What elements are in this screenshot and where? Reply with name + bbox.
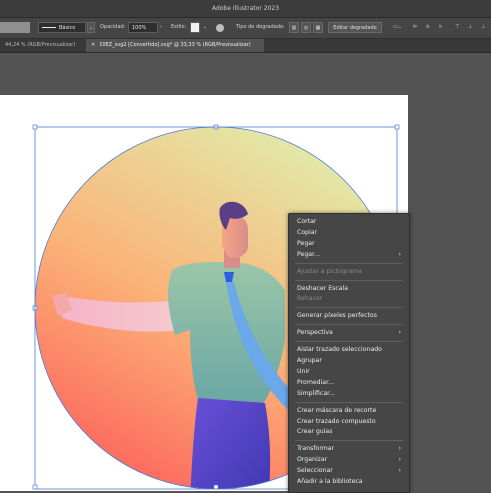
menu-item-label: Generar píxeles perfectos (297, 312, 377, 320)
menu-item-promediar[interactable]: Promediar... (297, 378, 401, 388)
submenu-arrow-icon: › (398, 456, 401, 464)
menu-item-label: Pegar... (297, 250, 320, 258)
menu-item-label: Rehacer (297, 295, 323, 303)
selection-handle-bottom-center[interactable] (213, 484, 219, 490)
menu-item-ajustar-a-pictograma: Ajustar a pictograma (297, 267, 401, 277)
menu-item-label: Simplificar... (297, 389, 336, 397)
selection-handle-bottom-left[interactable] (32, 484, 38, 490)
menu-separator (295, 262, 403, 264)
menu-item-label: Seleccionar (297, 467, 333, 475)
selection-handle-top-left[interactable] (32, 124, 38, 130)
menu-item-deshacer-escala[interactable]: Deshacer Escala (297, 284, 401, 294)
menu-item-label: Aislar trazado seleccionado (297, 346, 382, 354)
artwork-canvas[interactable] (0, 0, 491, 491)
menu-separator (295, 307, 403, 309)
menu-item-aislar-trazado-seleccionado[interactable]: Aislar trazado seleccionado (297, 345, 401, 355)
pants[interactable] (190, 398, 271, 491)
menu-item-label: Copiar (297, 228, 318, 236)
menu-item-organizar[interactable]: Organizar › (297, 455, 401, 465)
menu-item-seleccionar[interactable]: Seleccionar › (297, 466, 401, 476)
menu-item-transformar[interactable]: Transformar › (297, 444, 401, 454)
menu-item-cortar[interactable]: Cortar (297, 217, 401, 227)
menu-separator (295, 324, 403, 326)
menu-item-label: Pegar (297, 239, 315, 247)
menu-item-label: Crear máscara de recorte (297, 406, 377, 414)
menu-item-pegar[interactable]: Pegar (297, 239, 401, 249)
menu-item-generar-píxeles-perfectos[interactable]: Generar píxeles perfectos (297, 311, 401, 321)
menu-item-crear-máscara-de-recorte[interactable]: Crear máscara de recorte (297, 406, 401, 416)
menu-item-label: Agrupar (297, 357, 322, 364)
selection-handle-top-right[interactable] (394, 124, 400, 130)
menu-item-perspectiva[interactable]: Perspectiva › (297, 328, 401, 338)
menu-item-rehacer: Rehacer (297, 294, 401, 304)
menu-item-agrupar[interactable]: Agrupar (297, 356, 401, 366)
menu-item-label: Unir (297, 367, 310, 375)
submenu-arrow-icon: › (398, 250, 401, 258)
menu-item-label: Perspectiva (297, 329, 333, 337)
menu-item-label: Añadir a la biblioteca (297, 478, 363, 485)
menu-item-label: Promediar... (297, 378, 334, 386)
menu-item-unir[interactable]: Unir (297, 367, 401, 377)
menu-item-label: Crear trazado compuesto (297, 417, 376, 425)
menu-item-crear-trazado-compuesto[interactable]: Crear trazado compuesto (297, 417, 401, 427)
menu-item-simplificar[interactable]: Simplificar... (297, 389, 401, 399)
menu-separator (295, 401, 403, 403)
submenu-arrow-icon: › (398, 467, 401, 475)
menu-separator (295, 341, 403, 343)
menu-separator (295, 279, 403, 281)
menu-item-label: Crear guías (297, 428, 333, 436)
menu-item-label: Organizar (297, 456, 328, 464)
menu-item-crear-guías[interactable]: Crear guías (297, 427, 401, 437)
menu-item-pegar[interactable]: Pegar... › (297, 250, 401, 260)
menu-item-copiar[interactable]: Copiar (297, 228, 401, 238)
menu-separator (295, 440, 403, 442)
submenu-arrow-icon: › (398, 445, 401, 453)
menu-item-label: Ajustar a pictograma (297, 267, 362, 275)
submenu-arrow-icon: › (398, 329, 401, 337)
context-menu: Cortar Copiar Pegar Pegar... › Ajustar a pict… (288, 213, 410, 493)
menu-item-label: Deshacer Escala (297, 284, 349, 292)
menu-item-label: Transformar (297, 445, 335, 453)
menu-item-label: Cortar (297, 218, 317, 225)
menu-item-añadir-a-la-biblioteca[interactable]: Añadir a la biblioteca (297, 477, 401, 487)
